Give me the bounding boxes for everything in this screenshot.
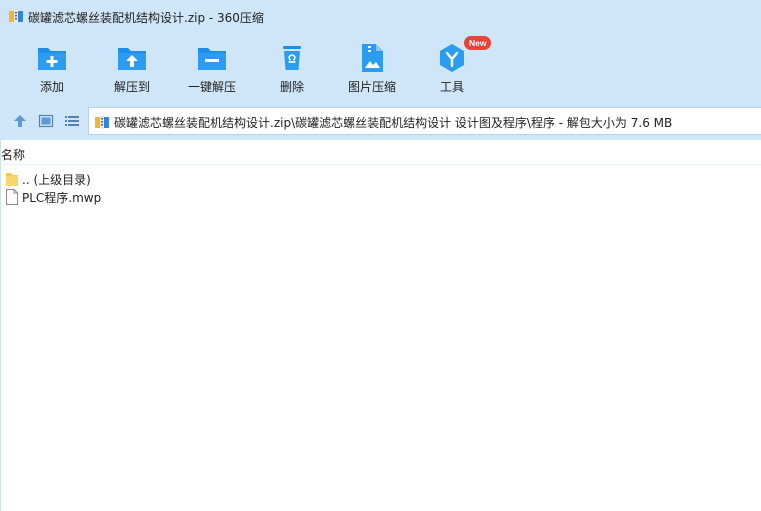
image-compress-icon — [362, 44, 383, 72]
address-bar: 碳罐滤芯螺丝装配机结构设计.zip\碳罐滤芯螺丝装配机结构设计 设计图及程序\程… — [0, 102, 761, 140]
image-compress-button[interactable]: 图片压缩 — [332, 40, 412, 100]
tools-label: 工具 — [439, 80, 464, 94]
extract-to-icon — [118, 48, 146, 70]
image-compress-label: 图片压缩 — [347, 80, 396, 94]
toolbar: 添加 解压到 一键解压 删除 图片压缩 New 工具 — [0, 34, 761, 102]
header-divider — [1, 164, 761, 165]
add-folder-icon — [38, 48, 66, 70]
column-header-name[interactable]: 名称 — [1, 146, 25, 164]
add-label: 添加 — [39, 80, 64, 94]
extract-to-label: 解压到 — [113, 80, 150, 94]
archive-app-icon — [9, 10, 23, 23]
address-path-text: 碳罐滤芯螺丝装配机结构设计.zip\碳罐滤芯螺丝装配机结构设计 设计图及程序\程… — [114, 116, 673, 130]
new-badge: New — [464, 36, 492, 50]
view-thumbnail-icon[interactable] — [38, 113, 54, 129]
one-click-extract-button[interactable]: 一键解压 — [172, 40, 252, 100]
list-item-name: PLC程序.mwp — [22, 191, 102, 205]
archive-icon — [95, 116, 109, 129]
list-item-parent-directory[interactable]: .. (上级目录) — [5, 170, 305, 188]
file-icon — [6, 189, 18, 205]
tools-button[interactable]: New 工具 — [412, 36, 492, 100]
list-item-file[interactable]: PLC程序.mwp — [5, 188, 305, 206]
one-click-extract-label: 一键解压 — [187, 80, 236, 94]
folder-icon — [6, 173, 18, 186]
add-button[interactable]: 添加 — [12, 40, 92, 100]
file-list: 名称 .. (上级目录) PLC程序.mwp — [0, 140, 761, 511]
trash-icon — [283, 46, 301, 70]
address-path-field[interactable]: 碳罐滤芯螺丝装配机结构设计.zip\碳罐滤芯螺丝装配机结构设计 设计图及程序\程… — [88, 107, 761, 135]
title-bar: 碳罐滤芯螺丝装配机结构设计.zip - 360压缩 — [0, 0, 761, 34]
window-title: 碳罐滤芯螺丝装配机结构设计.zip - 360压缩 — [28, 11, 264, 25]
list-item-name: .. (上级目录) — [22, 173, 91, 187]
delete-button[interactable]: 删除 — [252, 40, 332, 100]
delete-label: 删除 — [279, 80, 304, 94]
up-arrow-icon[interactable] — [12, 113, 28, 129]
tools-icon — [440, 44, 464, 72]
one-click-extract-icon — [198, 48, 226, 70]
extract-to-button[interactable]: 解压到 — [92, 40, 172, 100]
view-list-icon[interactable] — [64, 113, 80, 129]
